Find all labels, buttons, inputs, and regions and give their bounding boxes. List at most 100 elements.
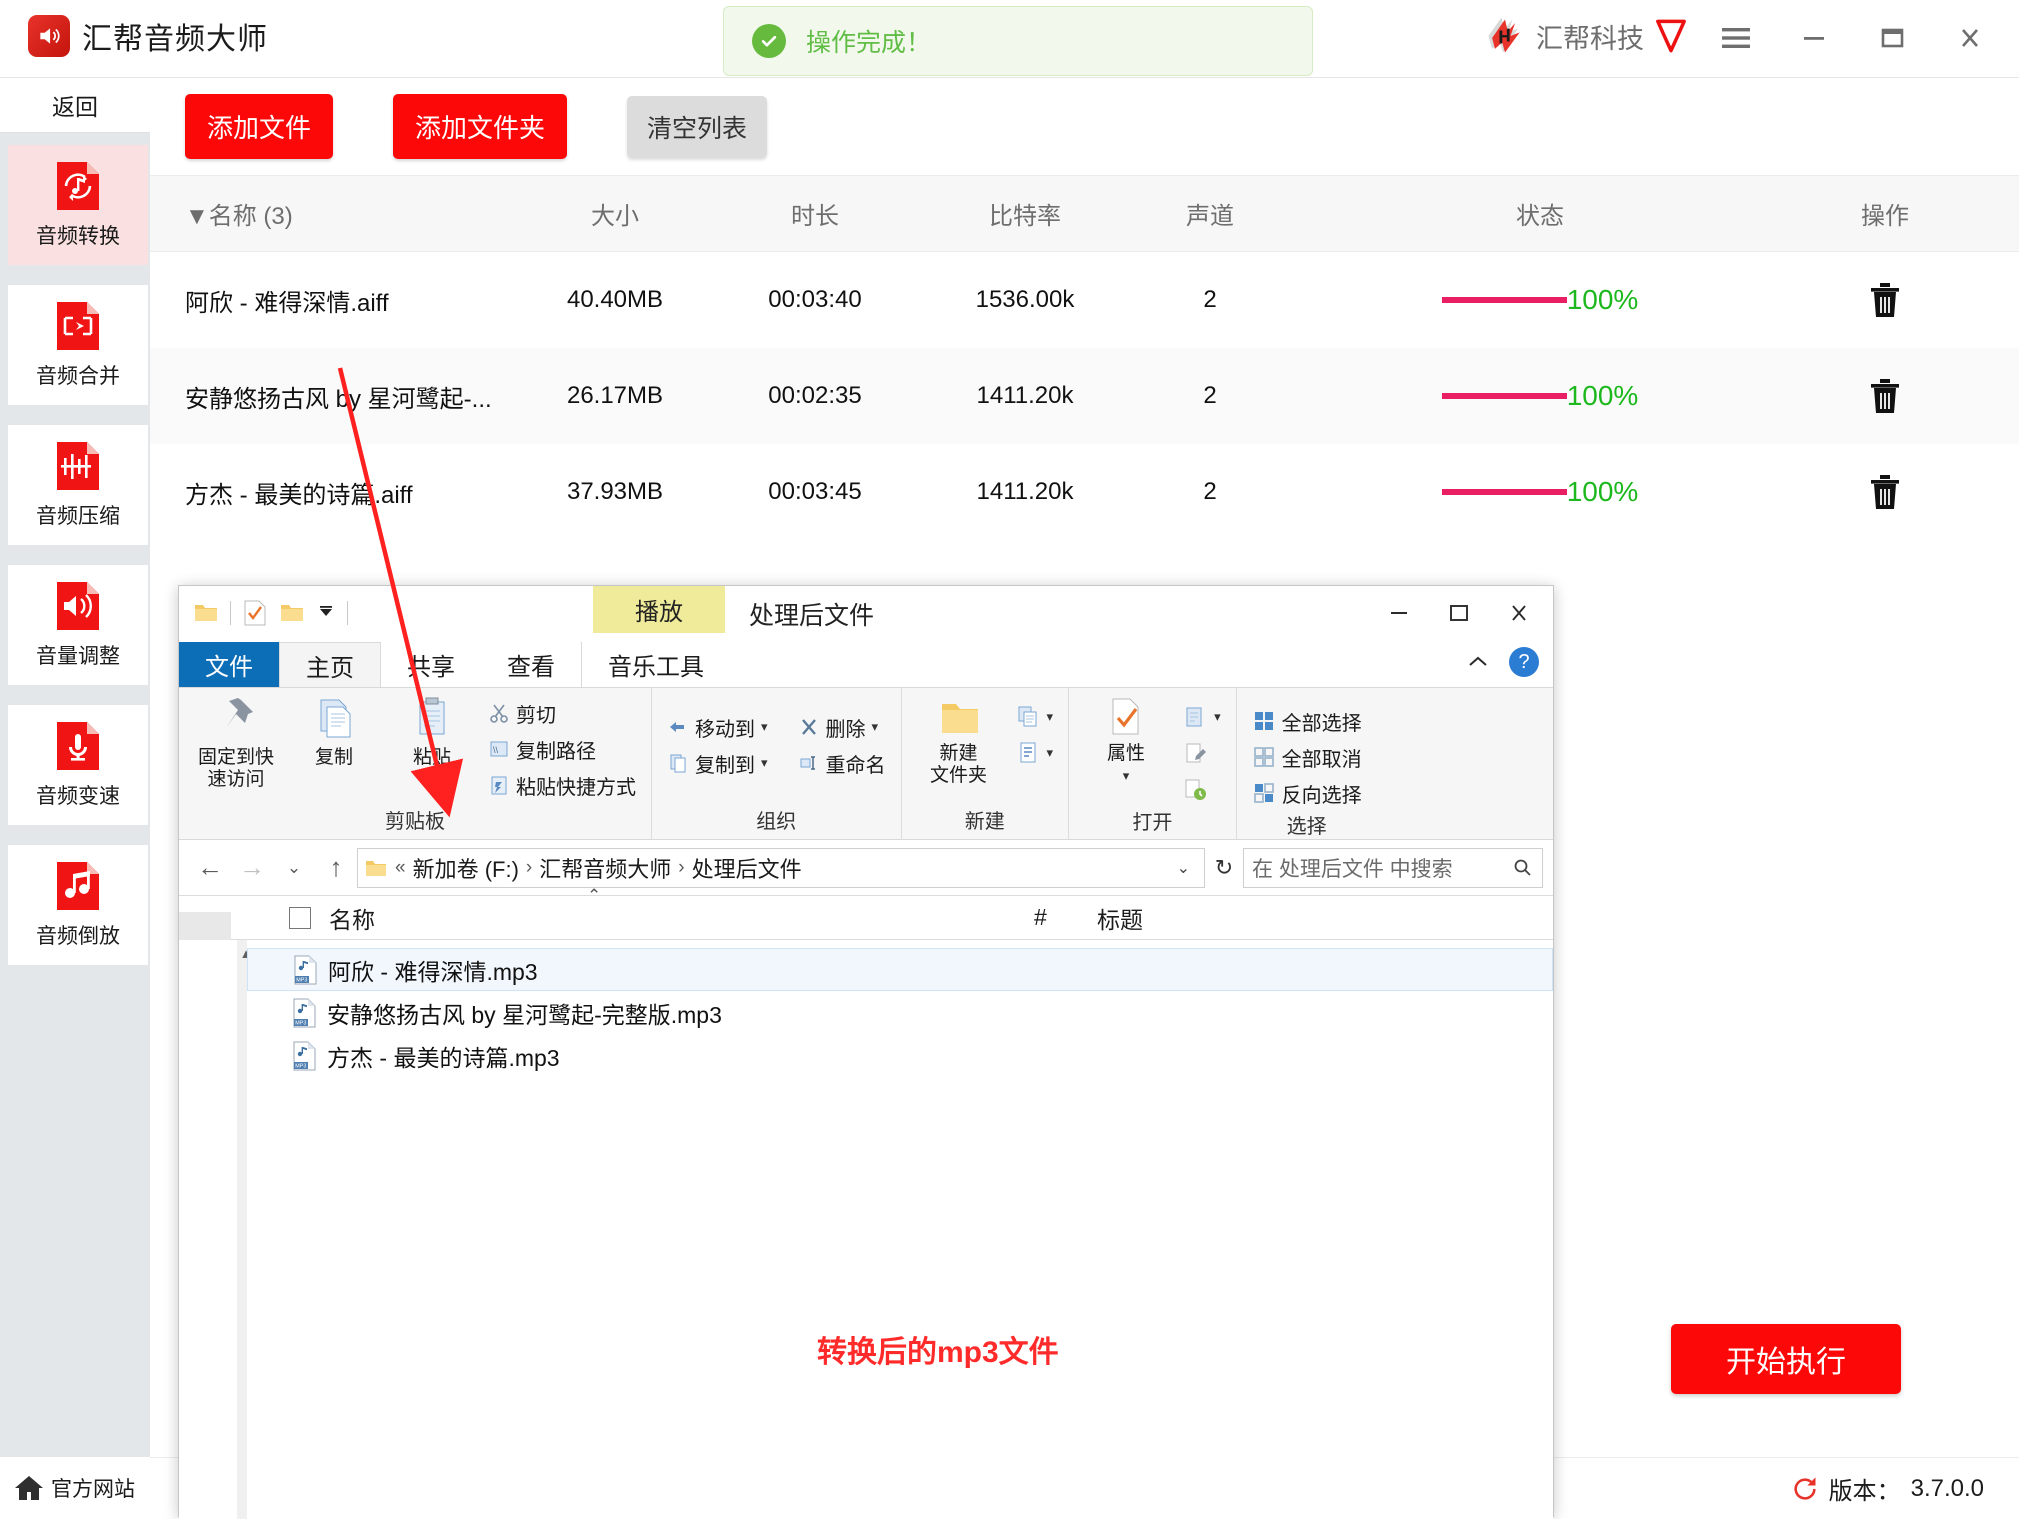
sidebar-item-audio-speed[interactable]: 音频变速 [8,705,148,825]
tab-music-tools[interactable]: 音乐工具 [581,642,730,687]
chevron-down-icon[interactable]: ▾ [872,719,879,735]
paste-button[interactable]: 粘贴 [387,696,477,769]
open-button[interactable]: ▾ [1179,700,1224,734]
list-item[interactable]: MP3 安静悠扬古风 by 星河鹭起-完整版.mp3 [247,991,1553,1034]
sidebar-item-volume-adjust[interactable]: 音量调整 [8,565,148,685]
new-folder-icon[interactable] [279,600,305,626]
invert-selection-button[interactable]: 反向选择 [1249,776,1365,810]
minimize-icon[interactable] [1775,10,1853,66]
list-item[interactable]: MP3 方杰 - 最美的诗篇.mp3 [247,1034,1553,1077]
arrow-up-icon[interactable]: ↑ [315,846,357,890]
trash-icon[interactable] [1868,377,1902,415]
maximize-icon[interactable] [1853,10,1931,66]
help-icon[interactable]: ? [1509,647,1539,677]
sidebar-item-audio-compress[interactable]: 音频压缩 [8,425,148,545]
tab-file[interactable]: 文件 [179,642,279,687]
column-header-duration[interactable]: 时长 [715,176,915,251]
minimize-icon[interactable] [1369,586,1429,640]
sidebar-item-audio-merge[interactable]: 音频合并 [8,285,148,405]
trash-icon[interactable] [1868,281,1902,319]
official-website-link[interactable]: 官方网站 [0,1457,150,1519]
properties-button[interactable]: 属性 ▾ [1081,696,1171,784]
delete-icon [801,719,816,735]
select-none-button[interactable]: 全部取消 [1249,740,1365,774]
add-file-button[interactable]: 添加文件 [185,94,334,159]
refresh-icon[interactable] [1791,1475,1819,1503]
arrow-right-icon[interactable]: → [231,846,273,890]
easy-access-button[interactable]: ▾ [1012,736,1057,770]
breadcrumb-item-drive[interactable]: 新加卷 (F:) [413,852,519,884]
chevron-down-icon[interactable]: ▾ [1047,745,1054,761]
tab-share[interactable]: 共享 [381,642,481,687]
rename-button[interactable]: 重命名 [795,746,889,780]
folder-icon[interactable] [193,600,219,626]
chevron-up-icon[interactable] [1465,652,1491,672]
audio-convert-icon [53,160,103,212]
column-header-name[interactable]: ▼名称 (3) [185,176,515,251]
chevron-down-icon[interactable] [316,603,336,623]
pin-to-quick-access-button[interactable]: 固定到快 速访问 [191,696,281,791]
corp-name: 汇帮科技 [1536,23,1644,54]
breadcrumb-item-app[interactable]: 汇帮音频大师 [539,852,671,884]
column-header-title[interactable]: 标题 [1097,901,1143,935]
breadcrumb-item-folder[interactable]: 处理后文件 [692,852,802,884]
paste-shortcut-button[interactable]: 粘贴快捷方式 [485,768,639,802]
sidebar-back-button[interactable]: 返回 [0,78,150,133]
paste-shortcut-label: 粘贴快捷方式 [516,776,636,799]
properties-icon[interactable] [242,599,268,627]
column-header-bitrate[interactable]: 比特率 [915,176,1135,251]
sidebar-item-audio-reverse[interactable]: 音频倒放 [8,845,148,965]
column-header-action[interactable]: 操作 [1795,176,1975,251]
close-icon[interactable] [1489,586,1549,640]
edit-button[interactable] [1179,736,1224,770]
chevron-down-icon[interactable]: ▾ [1123,768,1130,784]
search-input[interactable]: 在 处理后文件 中搜索 [1243,847,1543,888]
select-all-checkbox[interactable] [289,906,311,929]
cell-name: 阿欣 - 难得深情.aiff [185,289,389,317]
cell-channels: 2 [1203,286,1217,313]
speaker-icon [28,15,70,57]
cell-status: 100% [1285,444,1795,540]
start-execute-button[interactable]: 开始执行 [1671,1324,1901,1394]
chevron-down-icon[interactable]: ▾ [1047,709,1054,725]
table-row[interactable]: 安静悠扬古风 by 星河鹭起-... 26.17MB 00:02:35 1411… [150,348,2019,444]
chevron-down-icon[interactable]: ▾ [761,755,768,771]
column-header-channels[interactable]: 声道 [1135,176,1285,251]
cut-button[interactable]: 剪切 [485,696,639,730]
audio-speed-icon [53,720,103,772]
copy-path-button[interactable]: \\ 复制路径 [485,732,639,766]
hamburger-menu-icon[interactable] [1697,10,1775,66]
recent-locations-icon[interactable]: ⌄ [273,846,315,890]
list-item[interactable]: MP3 阿欣 - 难得深情.mp3 [247,948,1553,991]
column-header-number[interactable]: # [1034,904,1047,931]
copy-button[interactable]: 复制 [289,696,379,769]
tab-home[interactable]: 主页 [279,642,381,687]
history-button[interactable] [1179,772,1224,806]
delete-button[interactable]: 删除 ▾ [795,710,889,744]
select-all-button[interactable]: 全部选择 [1249,704,1365,738]
new-folder-button[interactable]: 新建 文件夹 [914,696,1004,787]
new-item-button[interactable]: ▾ [1012,700,1057,734]
clear-list-button[interactable]: 清空列表 [627,95,768,158]
column-header-name[interactable]: 名称 [329,901,375,935]
move-to-button[interactable]: 移动到 ▾ [664,710,771,744]
table-row[interactable]: 阿欣 - 难得深情.aiff 40.40MB 00:03:40 1536.00k… [150,252,2019,348]
column-header-status[interactable]: 状态 [1285,176,1795,251]
breadcrumb[interactable]: « 新加卷 (F:) › 汇帮音频大师 › 处理后文件 ⌄ [357,847,1205,888]
close-icon[interactable] [1931,10,2009,66]
add-folder-button[interactable]: 添加文件夹 [393,94,568,159]
maximize-icon[interactable] [1429,586,1489,640]
arrow-left-icon[interactable]: ← [189,846,231,890]
move-to-label: 移动到 [695,718,755,741]
trash-icon[interactable] [1868,473,1902,511]
column-header-size[interactable]: 大小 [515,176,715,251]
progress-percent: 100% [1566,380,1639,411]
copy-to-button[interactable]: 复制到 ▾ [664,746,771,780]
chevron-down-icon[interactable]: ▾ [1214,709,1221,725]
chevron-down-icon[interactable]: ⌄ [1169,858,1198,878]
tab-view[interactable]: 查看 [481,642,581,687]
chevron-down-icon[interactable]: ▾ [761,719,768,735]
sidebar-item-audio-convert[interactable]: 音频转换 [8,145,148,265]
refresh-icon[interactable]: ↻ [1205,848,1243,888]
table-row[interactable]: 方杰 - 最美的诗篇.aiff 37.93MB 00:03:45 1411.20… [150,444,2019,540]
